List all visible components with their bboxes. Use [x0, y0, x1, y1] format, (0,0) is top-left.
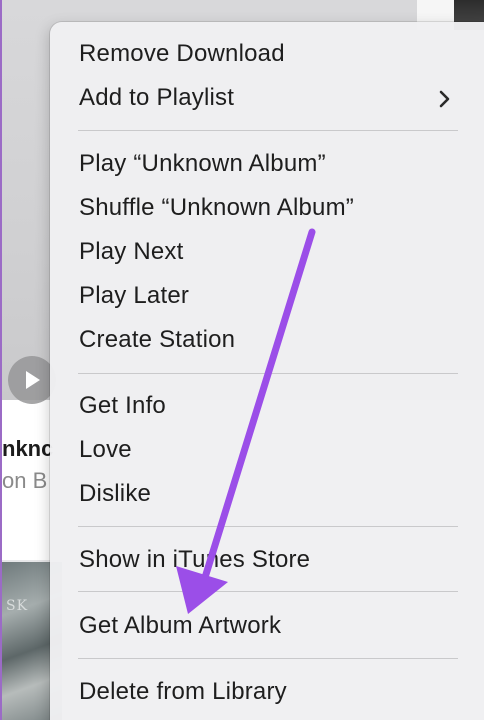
menu-item-play-next[interactable]: Play Next: [79, 232, 184, 272]
menu-item-dislike[interactable]: Dislike: [79, 474, 151, 514]
menu-item-get-info[interactable]: Get Info: [79, 386, 166, 426]
chevron-right-icon: [439, 90, 450, 108]
menu-item-add-to-playlist[interactable]: Add to Playlist: [79, 78, 234, 118]
artwork-text: SK: [6, 598, 29, 614]
menu-separator: [78, 526, 458, 527]
menu-item-play-later[interactable]: Play Later: [79, 276, 189, 316]
menu-separator: [78, 373, 458, 374]
menu-item-get-album-artwork[interactable]: Get Album Artwork: [79, 606, 281, 646]
menu-separator: [78, 591, 458, 592]
menu-separator: [78, 130, 458, 131]
menu-item-delete-from-library[interactable]: Delete from Library: [79, 672, 287, 712]
album-title[interactable]: nknc: [2, 436, 53, 462]
album-artist[interactable]: on B: [2, 468, 47, 494]
menu-item-create-station[interactable]: Create Station: [79, 320, 235, 360]
screen: nknc on B SK Remove Download Add to Play…: [0, 0, 484, 720]
menu-item-love[interactable]: Love: [79, 430, 132, 470]
play-icon: [26, 371, 40, 389]
menu-separator: [78, 658, 458, 659]
play-button[interactable]: [8, 356, 56, 404]
menu-item-play-album[interactable]: Play “Unknown Album”: [79, 144, 326, 184]
menu-item-shuffle-album[interactable]: Shuffle “Unknown Album”: [79, 188, 354, 228]
context-menu: Remove Download Add to Playlist Play “Un…: [50, 22, 484, 720]
menu-item-remove-download[interactable]: Remove Download: [79, 34, 285, 74]
menu-item-show-in-itunes-store[interactable]: Show in iTunes Store: [79, 540, 310, 580]
